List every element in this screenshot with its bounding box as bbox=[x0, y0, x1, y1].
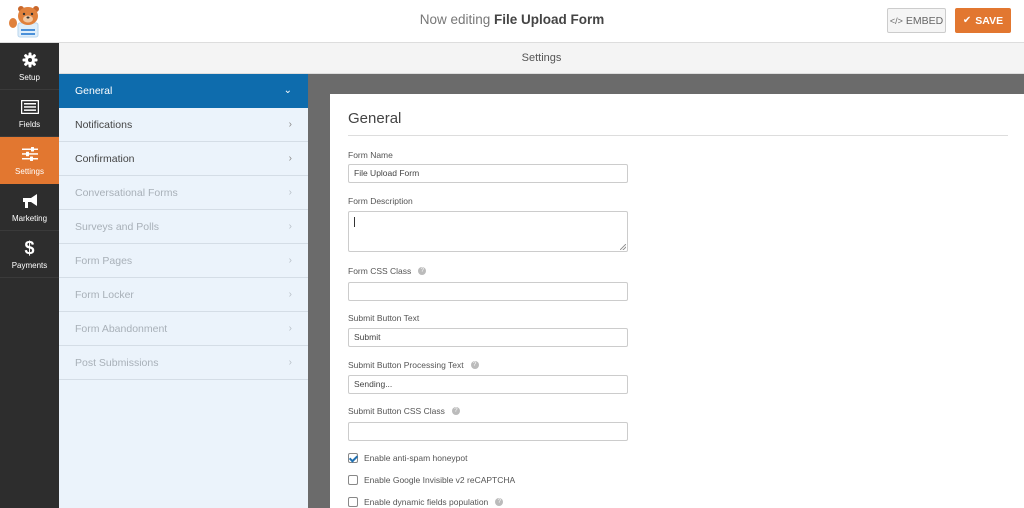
chevron-right-icon: › bbox=[288, 153, 292, 164]
help-icon[interactable]: ? bbox=[470, 361, 479, 369]
settings-header: Settings bbox=[59, 43, 1024, 74]
nav-item-setup[interactable]: Setup bbox=[0, 43, 59, 90]
gear-icon bbox=[22, 50, 38, 70]
chevron-right-icon: › bbox=[288, 187, 292, 198]
text-caret bbox=[354, 217, 355, 227]
dynamic-fields-checkbox[interactable] bbox=[348, 497, 358, 507]
dynamic-fields-checkbox-row[interactable]: Enable dynamic fields population ? bbox=[348, 497, 504, 507]
subnav-item-confirmation[interactable]: Confirmation › bbox=[59, 142, 308, 176]
subnav-item-conversational-forms[interactable]: Conversational Forms › bbox=[59, 176, 308, 210]
chevron-right-icon: › bbox=[288, 221, 292, 232]
submit-processing-input[interactable]: Sending... bbox=[348, 375, 628, 394]
recaptcha-checkbox[interactable] bbox=[348, 475, 358, 485]
subnav-item-label: Post Submissions bbox=[75, 356, 159, 369]
top-bar: Now editing File Upload Form </> EMBED ✔… bbox=[0, 0, 1024, 43]
submit-processing-label: Submit Button Processing Text? bbox=[348, 360, 479, 370]
help-icon[interactable]: ? bbox=[418, 267, 427, 275]
subnav-item-label: Form Locker bbox=[75, 288, 134, 301]
subnav-item-label: Notifications bbox=[75, 118, 133, 131]
form-name-title: File Upload Form bbox=[494, 12, 605, 27]
title-prefix: Now editing bbox=[419, 12, 491, 27]
form-name-input[interactable]: File Upload Form bbox=[348, 164, 628, 183]
subnav-item-general[interactable]: General ⌄ bbox=[59, 74, 308, 108]
chevron-right-icon: › bbox=[288, 323, 292, 334]
chevron-down-icon: ⌄ bbox=[283, 85, 292, 96]
help-icon[interactable]: ? bbox=[451, 407, 460, 415]
form-css-class-label: Form CSS Class? bbox=[348, 266, 427, 276]
honeypot-checkbox[interactable] bbox=[348, 453, 358, 463]
submit-text-input[interactable]: Submit bbox=[348, 328, 628, 347]
form-description-label: Form Description bbox=[348, 196, 413, 206]
left-nav: Setup Fields Settings Marketing $ Paymen… bbox=[0, 43, 59, 508]
subnav-item-label: Form Abandonment bbox=[75, 322, 168, 335]
sliders-icon bbox=[21, 144, 38, 164]
dollar-icon: $ bbox=[24, 237, 35, 258]
subnav-item-label: Surveys and Polls bbox=[75, 220, 160, 233]
nav-item-payments[interactable]: $ Payments bbox=[0, 231, 59, 278]
subnav-item-label: Conversational Forms bbox=[75, 186, 178, 199]
check-icon: ✔ bbox=[962, 15, 972, 26]
subnav-item-notifications[interactable]: Notifications › bbox=[59, 108, 308, 142]
honeypot-checkbox-row[interactable]: Enable anti-spam honeypot bbox=[348, 453, 468, 463]
panel-title: General bbox=[348, 110, 402, 127]
save-button[interactable]: ✔ SAVE bbox=[955, 8, 1011, 33]
subnav-item-post-submissions[interactable]: Post Submissions › bbox=[59, 346, 308, 380]
subnav-item-surveys-and-polls[interactable]: Surveys and Polls › bbox=[59, 210, 308, 244]
chevron-right-icon: › bbox=[288, 289, 292, 300]
general-settings-panel: General Form Name File Upload Form Form … bbox=[330, 94, 1024, 508]
subnav-item-form-pages[interactable]: Form Pages › bbox=[59, 244, 308, 278]
recaptcha-checkbox-row[interactable]: Enable Google Invisible v2 reCAPTCHA bbox=[348, 475, 515, 485]
chevron-right-icon: › bbox=[288, 119, 292, 130]
resize-handle[interactable] bbox=[620, 244, 626, 250]
nav-item-settings[interactable]: Settings bbox=[0, 137, 59, 184]
form-css-class-input[interactable] bbox=[348, 282, 628, 301]
submit-css-class-label: Submit Button CSS Class? bbox=[348, 406, 460, 416]
page-title: Now editing File Upload Form bbox=[0, 12, 1024, 27]
code-icon: </> bbox=[889, 15, 903, 26]
form-name-label: Form Name bbox=[348, 150, 393, 160]
subnav-item-label: General bbox=[75, 84, 113, 97]
megaphone-icon bbox=[21, 191, 39, 211]
nav-item-marketing[interactable]: Marketing bbox=[0, 184, 59, 231]
fields-icon bbox=[20, 97, 39, 117]
settings-subnav: General ⌄ Notifications › Confirmation › Conve… bbox=[59, 74, 308, 508]
chevron-right-icon: › bbox=[288, 255, 292, 266]
submit-text-label: Submit Button Text bbox=[348, 313, 420, 323]
chevron-right-icon: › bbox=[288, 357, 292, 368]
divider bbox=[348, 135, 1008, 136]
nav-item-fields[interactable]: Fields bbox=[0, 90, 59, 137]
subnav-item-form-locker[interactable]: Form Locker › bbox=[59, 278, 308, 312]
help-icon[interactable]: ? bbox=[495, 498, 504, 506]
form-description-textarea[interactable] bbox=[348, 211, 628, 252]
submit-css-class-input[interactable] bbox=[348, 422, 628, 441]
subnav-item-form-abandonment[interactable]: Form Abandonment › bbox=[59, 312, 308, 346]
embed-button[interactable]: </> EMBED bbox=[887, 8, 946, 33]
subnav-item-label: Confirmation bbox=[75, 152, 135, 165]
subnav-item-label: Form Pages bbox=[75, 254, 133, 267]
